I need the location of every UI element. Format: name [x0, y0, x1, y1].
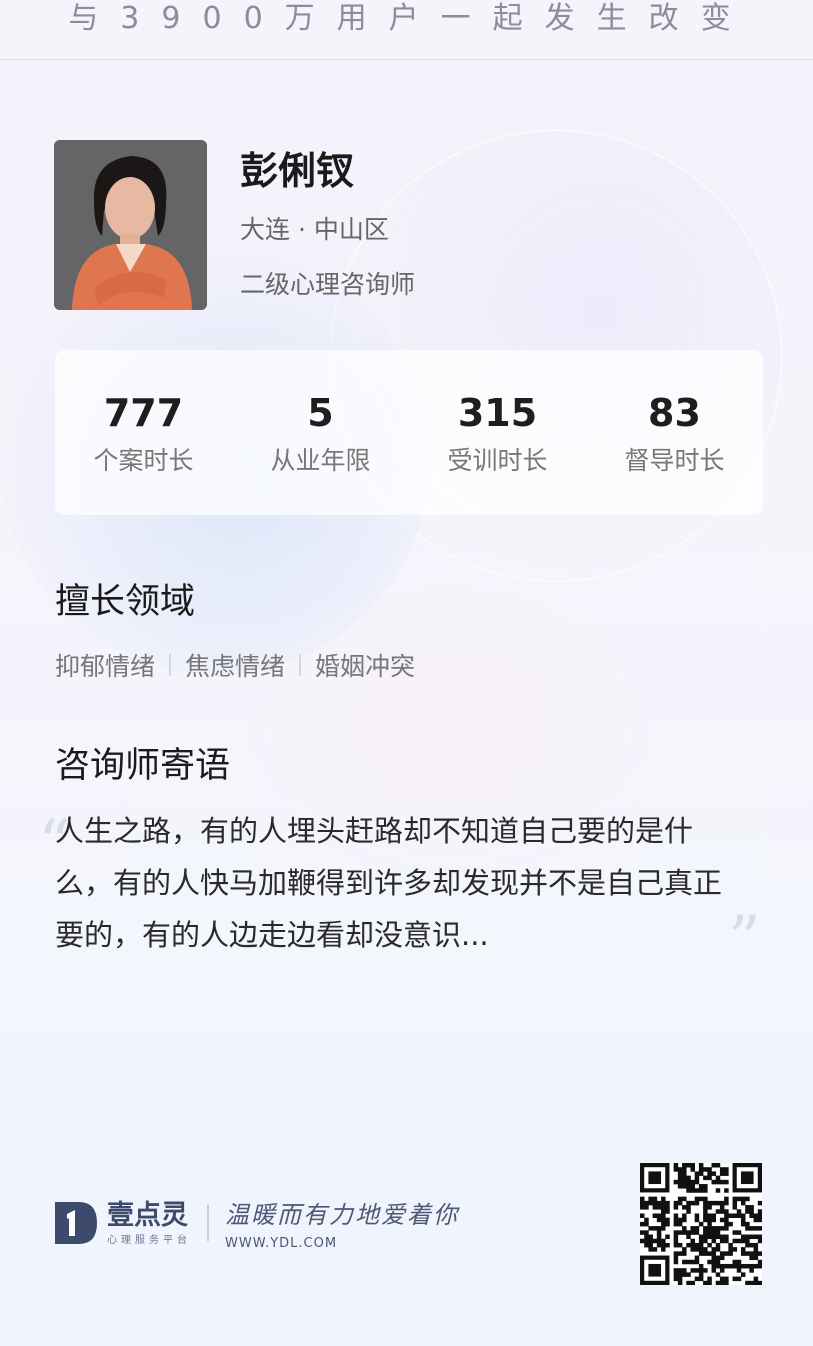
specialties-heading: 擅长领域	[55, 582, 196, 622]
message-text: 人生之路，有的人埋头赶路却不知道自己要的是什么，有的人快马加鞭得到许多却发现并不…	[55, 814, 723, 952]
stat-label: 受训时长	[447, 445, 548, 475]
qr-code	[640, 1163, 763, 1286]
specialty-tag: 婚姻冲突	[315, 652, 416, 681]
stat-label: 督导时长	[624, 445, 725, 475]
stat-value: 5	[307, 390, 334, 435]
stat-value: 315	[457, 390, 538, 435]
tag-divider	[169, 654, 172, 676]
brand-tagline: 温暖而有力地爱着你	[225, 1201, 459, 1229]
avatar	[54, 140, 207, 310]
stat-training-hours: 315 受训时长	[409, 389, 586, 477]
brand-footer: 壹点灵 心理服务平台 温暖而有力地爱着你 WWW.YDL.COM	[53, 1195, 459, 1251]
brand-name: 壹点灵	[107, 1199, 188, 1231]
brand-slogan-block: 温暖而有力地爱着你 WWW.YDL.COM	[225, 1195, 459, 1251]
counselor-location: 大连 · 中山区	[240, 215, 389, 244]
stat-label: 个案时长	[93, 445, 194, 475]
tag-divider	[299, 654, 302, 676]
counselor-title: 二级心理咨询师	[240, 270, 416, 299]
brand-subtitle: 心理服务平台	[107, 1234, 191, 1246]
brand-website: WWW.YDL.COM	[225, 1236, 338, 1251]
stat-label: 从业年限	[270, 445, 371, 475]
brand-divider	[207, 1205, 209, 1241]
qr-code-icon	[640, 1163, 763, 1286]
slogan-banner: 与3900万用户一起发生改变	[0, 0, 813, 60]
stat-years: 5 从业年限	[232, 389, 409, 477]
specialty-tag: 焦虑情绪	[185, 652, 286, 681]
counselor-name: 彭俐钗	[240, 149, 355, 193]
stat-supervision-hours: 83 督导时长	[586, 389, 763, 477]
brand-text: 壹点灵 心理服务平台	[107, 1199, 191, 1246]
brand-logo-icon	[55, 1202, 97, 1244]
message-heading: 咨询师寄语	[55, 746, 231, 786]
stat-value: 777	[103, 390, 184, 435]
stat-value: 83	[648, 390, 701, 435]
close-quote-icon: ”	[728, 903, 761, 977]
specialty-tag: 抑郁情绪	[55, 652, 156, 681]
avatar-portrait	[54, 140, 207, 310]
specialty-tags: 抑郁情绪 焦虑情绪 婚姻冲突	[55, 647, 415, 683]
stat-case-hours: 777 个案时长	[55, 389, 232, 477]
stats-card: 777 个案时长 5 从业年限 315 受训时长 83 督导时长	[55, 350, 763, 515]
message-quote: “ 人生之路，有的人埋头赶路却不知道自己要的是什么，有的人快马加鞭得到许多却发现…	[38, 805, 761, 977]
